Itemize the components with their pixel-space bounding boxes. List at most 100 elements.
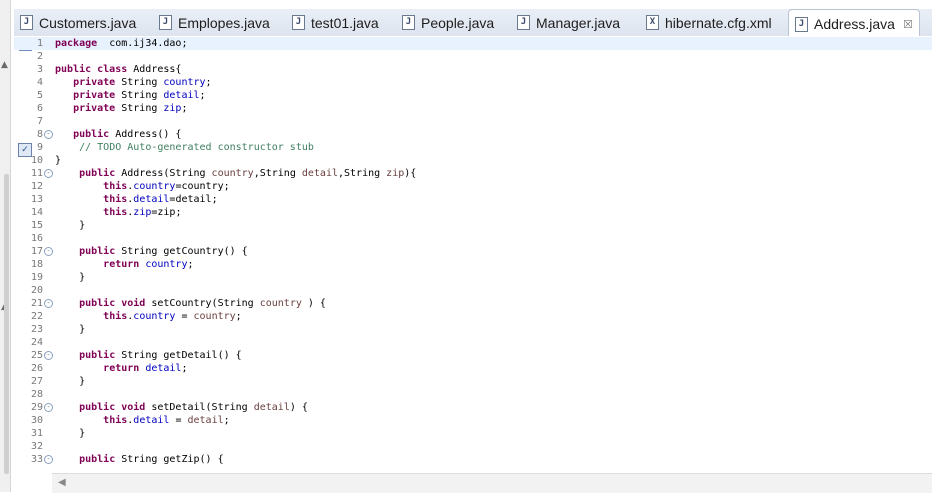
tab-manager-java[interactable]: J Manager.java bbox=[517, 9, 620, 36]
code-line[interactable]: 21- public void setCountry(String countr… bbox=[14, 297, 932, 310]
code-token: String bbox=[115, 90, 164, 101]
code-line[interactable]: 16 bbox=[14, 232, 932, 245]
code-line[interactable]: 20 bbox=[14, 284, 932, 297]
code-line[interactable]: 11- public Address(String country,String… bbox=[14, 167, 932, 180]
code-text: return detail; bbox=[55, 362, 187, 375]
code-token: ; bbox=[223, 415, 230, 426]
code-line[interactable]: 18 return country; bbox=[14, 258, 932, 271]
code-token: public bbox=[55, 64, 92, 75]
code-line[interactable]: 32 bbox=[14, 440, 932, 453]
line-number: 33 bbox=[30, 454, 43, 465]
adjacent-scrollbar[interactable] bbox=[4, 174, 9, 474]
horizontal-scrollbar[interactable]: ◀ bbox=[52, 473, 932, 493]
fold-toggle-icon[interactable]: - bbox=[44, 247, 53, 256]
code-line[interactable]: 26 return detail; bbox=[14, 362, 932, 375]
code-line[interactable]: 9 // TODO Auto-generated constructor stu… bbox=[14, 141, 932, 154]
code-token: detail bbox=[145, 363, 182, 374]
code-text: return country; bbox=[55, 258, 193, 271]
code-line[interactable]: 7 bbox=[14, 115, 932, 128]
code-token: ){ bbox=[404, 168, 417, 179]
fold-toggle-icon[interactable]: - bbox=[44, 130, 53, 139]
line-number: 25 bbox=[30, 350, 43, 361]
tab-emplopes-java[interactable]: J Emplopes.java bbox=[159, 9, 270, 36]
fold-toggle-icon[interactable]: - bbox=[44, 403, 53, 412]
code-text: public String getZip() { bbox=[55, 453, 224, 466]
code-token: void bbox=[115, 298, 146, 309]
line-number: 10 bbox=[30, 155, 43, 166]
code-line[interactable]: 33- public String getZip() { bbox=[14, 453, 932, 466]
code-token: ) { bbox=[301, 298, 326, 309]
line-number: 26 bbox=[30, 363, 43, 374]
code-line[interactable]: 17- public String getCountry() { bbox=[14, 245, 932, 258]
line-number: 4 bbox=[36, 77, 43, 88]
code-line[interactable]: 14 this.zip=zip; bbox=[14, 206, 932, 219]
close-tab-icon[interactable]: ☒ bbox=[903, 18, 913, 31]
code-line[interactable]: 27 } bbox=[14, 375, 932, 388]
code-editor[interactable]: ✓ 1 package com.ij34.dao; 2 3 public class A… bbox=[14, 36, 932, 473]
tab-hibernate-cfg-xml[interactable]: X hibernate.cfg.xml bbox=[646, 9, 772, 36]
code-line[interactable]: 5 private String detail; bbox=[14, 89, 932, 102]
code-line[interactable]: 28 bbox=[14, 388, 932, 401]
code-line[interactable]: 1 package com.ij34.dao; bbox=[14, 37, 932, 50]
code-line[interactable]: 15 } bbox=[14, 219, 932, 232]
code-token: country bbox=[145, 259, 188, 270]
fold-toggle-icon[interactable]: - bbox=[44, 455, 53, 464]
line-number: 24 bbox=[30, 337, 43, 348]
code-token: } bbox=[55, 220, 86, 231]
fold-toggle-icon[interactable]: - bbox=[44, 169, 53, 178]
code-line[interactable]: 3 public class Address{ bbox=[14, 63, 932, 76]
tab-test01-java[interactable]: J test01.java bbox=[292, 9, 379, 36]
code-line[interactable]: 31 } bbox=[14, 427, 932, 440]
tab-label: People.java bbox=[421, 14, 495, 31]
code-token: String getDetail() { bbox=[115, 350, 242, 361]
collapse-arrow-icon[interactable]: ▲ bbox=[1, 60, 8, 70]
code-token: this bbox=[103, 311, 128, 322]
code-token: ; bbox=[199, 90, 206, 101]
tab-customers-java[interactable]: J Customers.java bbox=[20, 9, 136, 36]
code-token: package bbox=[55, 38, 98, 49]
tab-address-java[interactable]: J Address.java ☒ bbox=[788, 9, 920, 38]
code-line[interactable]: 30 this.detail = detail; bbox=[14, 414, 932, 427]
line-number: 32 bbox=[30, 441, 43, 452]
code-line[interactable]: 8- public Address() { bbox=[14, 128, 932, 141]
line-number: 2 bbox=[36, 51, 43, 62]
tab-label: test01.java bbox=[311, 14, 379, 31]
code-token: country bbox=[193, 311, 236, 322]
fold-toggle-icon[interactable]: - bbox=[44, 299, 53, 308]
code-line[interactable]: 25- public String getDetail() { bbox=[14, 349, 932, 362]
code-text: this.zip=zip; bbox=[55, 206, 181, 219]
line-number: 19 bbox=[30, 272, 43, 283]
code-token: public bbox=[79, 246, 116, 257]
tab-label: hibernate.cfg.xml bbox=[665, 14, 772, 31]
code-line[interactable]: 29- public void setDetail(String detail)… bbox=[14, 401, 932, 414]
code-line[interactable]: 10} bbox=[14, 154, 932, 167]
tab-people-java[interactable]: J People.java bbox=[402, 9, 494, 36]
code-line[interactable]: 23 } bbox=[14, 323, 932, 336]
code-token: detail bbox=[163, 90, 200, 101]
code-line[interactable]: 22 this.country = country; bbox=[14, 310, 932, 323]
code-token: public bbox=[79, 350, 116, 361]
code-token: =zip; bbox=[151, 207, 182, 218]
scroll-left-icon[interactable]: ◀ bbox=[58, 477, 66, 488]
java-file-icon: J bbox=[402, 15, 415, 30]
tab-label: Manager.java bbox=[536, 14, 621, 31]
line-number: 11 bbox=[30, 168, 43, 179]
code-line[interactable]: 2 bbox=[14, 50, 932, 63]
code-token: public bbox=[73, 129, 110, 140]
fold-toggle-icon[interactable]: - bbox=[44, 351, 53, 360]
code-token: String bbox=[115, 77, 164, 88]
code-line[interactable]: 12 this.country=country; bbox=[14, 180, 932, 193]
code-line[interactable]: 13 this.detail=detail; bbox=[14, 193, 932, 206]
code-line[interactable]: 19 } bbox=[14, 271, 932, 284]
java-file-icon: J bbox=[159, 15, 172, 30]
code-token: this bbox=[103, 181, 128, 192]
code-line[interactable]: 6 private String zip; bbox=[14, 102, 932, 115]
code-line[interactable]: 4 private String country; bbox=[14, 76, 932, 89]
code-line[interactable]: 24 bbox=[14, 336, 932, 349]
